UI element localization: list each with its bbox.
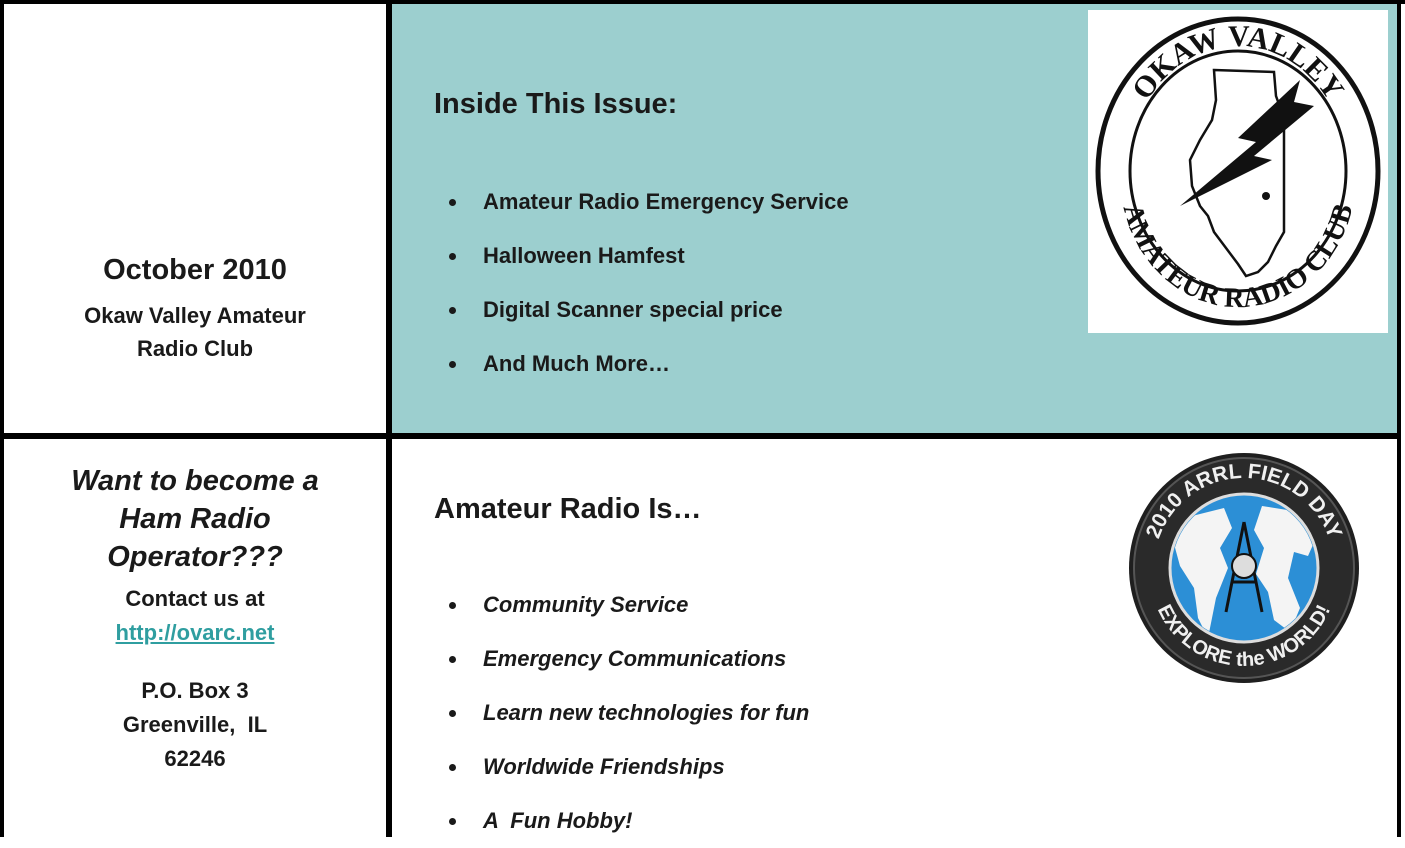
- amateur-radio-is-cell: Amateur Radio Is… Community Service Emer…: [392, 439, 1397, 837]
- inside-item: Amateur Radio Emergency Service: [392, 175, 849, 229]
- want-line3: Operator???: [107, 541, 283, 573]
- amateur-item: Learn new technologies for fun: [392, 686, 809, 740]
- inside-list: Amateur Radio Emergency Service Hallowee…: [392, 175, 849, 391]
- masthead-cell: October 2010 Okaw Valley Amateur Radio C…: [4, 4, 386, 433]
- mailing-address: P.O. Box 3 Greenville, IL 62246: [4, 674, 386, 776]
- okaw-valley-logo-graphic: OKAW VALLEY AMATEUR RADIO CLUB: [1095, 16, 1381, 326]
- amateur-item: A Fun Hobby!: [392, 794, 809, 848]
- contact-label: Contact us at: [125, 586, 265, 611]
- amateur-heading: Amateur Radio Is…: [434, 493, 702, 525]
- amateur-item: Worldwide Friendships: [392, 740, 809, 794]
- frame-right: [1397, 0, 1401, 837]
- inside-item: Digital Scanner special price: [392, 283, 849, 337]
- become-operator-heading: Want to become a Ham Radio Operator???: [4, 462, 386, 576]
- address-line1: P.O. Box 3: [141, 678, 249, 703]
- arrl-field-day-badge: 2010 ARRL FIELD DAY EXPLORE the WORLD!: [1129, 453, 1359, 683]
- inside-heading: Inside This Issue:: [434, 88, 678, 120]
- inside-this-issue-cell: Inside This Issue: Amateur Radio Emergen…: [392, 4, 1397, 433]
- issue-date: October 2010: [103, 254, 287, 286]
- amateur-item: Community Service: [392, 578, 809, 632]
- contact-cell: Want to become a Ham Radio Operator??? C…: [4, 439, 386, 837]
- amateur-list: Community Service Emergency Communicatio…: [392, 578, 809, 848]
- okaw-valley-logo: OKAW VALLEY AMATEUR RADIO CLUB: [1088, 10, 1388, 333]
- inside-item: And Much More…: [392, 337, 849, 391]
- club-name-line2: Radio Club: [136, 336, 254, 361]
- address-line3: 62246: [164, 746, 226, 771]
- inside-item: Halloween Hamfest: [392, 229, 849, 283]
- website-link[interactable]: http://ovarc.net: [4, 616, 386, 649]
- amateur-item: Emergency Communications: [392, 632, 809, 686]
- club-name-line1: Okaw Valley Amateur: [84, 303, 306, 328]
- want-line2: Ham Radio: [119, 503, 271, 535]
- want-line1: Want to become a: [71, 465, 319, 497]
- address-line2: Greenville, IL: [122, 712, 268, 737]
- club-name: Okaw Valley Amateur Radio Club: [4, 299, 386, 365]
